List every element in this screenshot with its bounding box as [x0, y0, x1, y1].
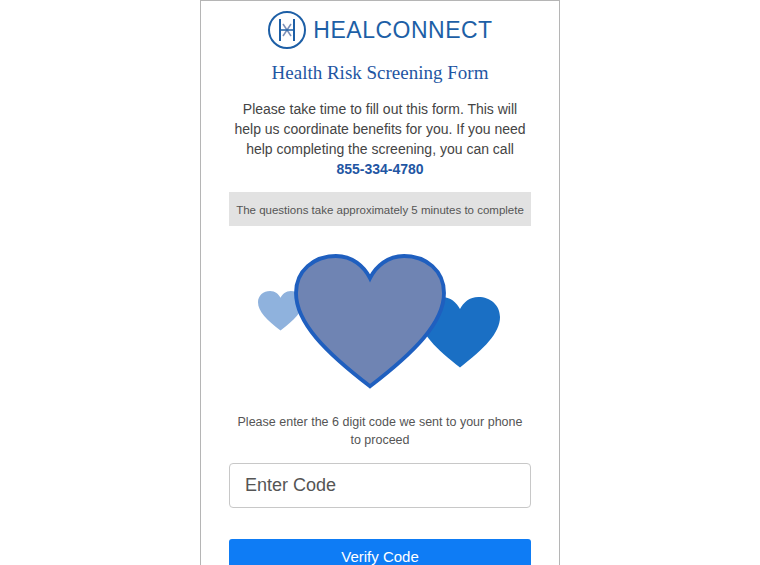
code-input[interactable] — [229, 463, 531, 508]
notice-banner: The questions take approximately 5 minut… — [229, 192, 531, 226]
logo-text: HEALCONNECT — [313, 19, 492, 42]
logo: HEALCONNECT — [267, 1, 492, 50]
form-title: Health Risk Screening Form — [272, 61, 489, 85]
logo-icon — [267, 10, 307, 50]
family-hearts-image — [250, 253, 510, 393]
screening-card: HEALCONNECT Health Risk Screening Form P… — [200, 0, 560, 565]
phone-link[interactable]: 855-334-4780 — [336, 159, 423, 179]
code-prompt: Please enter the 6 digit code we sent to… — [229, 413, 531, 449]
photo-heart — [296, 256, 444, 386]
intro-text: Please take time to fill out this form. … — [229, 99, 531, 159]
verify-button[interactable]: Verify Code — [229, 539, 531, 565]
notice-text: The questions take approximately 5 minut… — [236, 204, 524, 216]
